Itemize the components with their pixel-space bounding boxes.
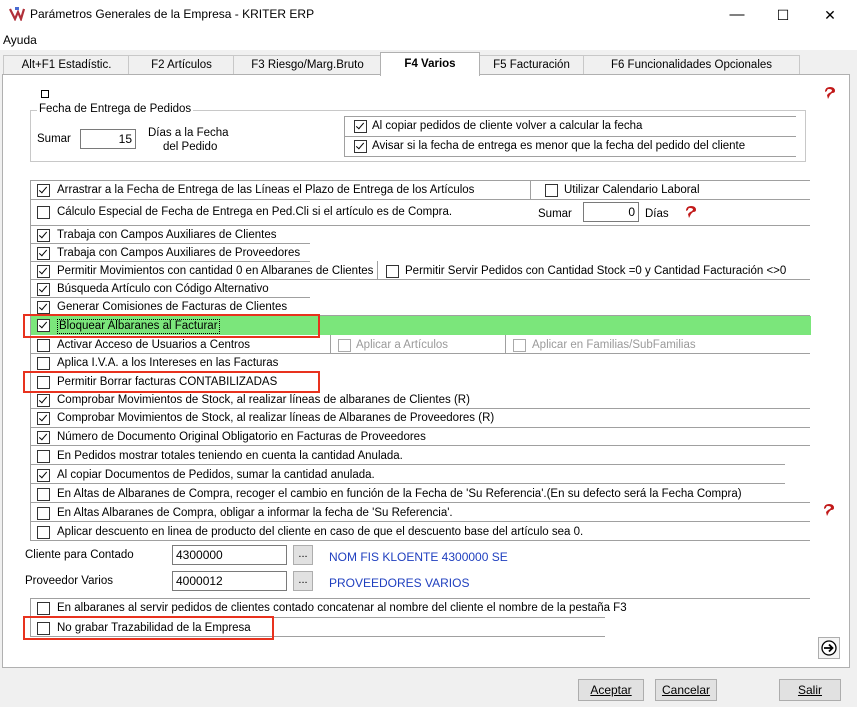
close-button[interactable]: ✕ [807,0,853,30]
calendario-laboral-label: Utilizar Calendario Laboral [564,184,700,196]
tab-articulos[interactable]: F2 Artículos [128,55,235,75]
calculo-especial-label: Cálculo Especial de Fecha de Entrega en … [57,206,453,218]
salir-label: Salir [797,683,822,697]
calendario-laboral-checkbox[interactable] [545,184,558,197]
copiar-documentos-checkbox[interactable] [37,469,50,482]
proveedor-varios-label: Proveedor Varios [25,575,113,587]
fecha-entrega-title: Fecha de Entrega de Pedidos [37,103,194,115]
copiar-pedidos-checkbox[interactable] [354,120,367,133]
comprobar-proveedores-label: Comprobar Movimientos de Stock, al reali… [57,412,495,424]
activar-acceso-label: Activar Acceso de Usuarios a Centros [57,339,251,351]
avisar-fecha-label: Avisar si la fecha de entrega es menor q… [372,140,746,152]
app-icon [9,7,25,21]
tab-riesgo[interactable]: F3 Riesgo/Marg.Bruto [233,55,382,75]
dias-label-2: Días [645,208,669,220]
divider [344,156,796,157]
cliente-contado-input[interactable]: 4300000 [172,545,287,565]
dias-fecha-label: Días a la Fecha [148,127,229,139]
aplica-iva-label: Aplica I.V.A. a los Intereses en las Fac… [57,357,279,369]
salir-button[interactable]: Salir [779,679,841,701]
mov-cantidad-cero-label: Permitir Movimientos con cantidad 0 en A… [57,265,374,277]
cliente-contado-label: Cliente para Contado [25,549,134,561]
avisar-fecha-checkbox[interactable] [354,140,367,153]
pedidos-totales-checkbox[interactable] [37,450,50,463]
aplicar-descuento-checkbox[interactable] [37,526,50,539]
mov-cantidad-cero-checkbox[interactable] [37,265,50,278]
maximize-button[interactable]: ☐ [760,0,806,30]
help-icon-albaranes[interactable] [822,503,836,517]
cancelar-button[interactable]: Cancelar [655,679,717,701]
divider [344,116,796,117]
campos-clientes-label: Trabaja con Campos Auxiliares de Cliente… [57,229,277,241]
servir-pedidos-label: Permitir Servir Pedidos con Cantidad Sto… [405,265,787,277]
proveedor-varios-input[interactable]: 4000012 [172,571,287,591]
generar-comisiones-label: Generar Comisiones de Facturas de Client… [57,301,288,313]
minimize-button[interactable]: — [714,0,760,30]
cancelar-label: Cancelar [661,683,711,697]
menu-item-ayuda[interactable]: Ayuda [3,33,37,47]
del-pedido-label: del Pedido [163,141,218,153]
aplicar-articulos-label: Aplicar a Artículos [356,339,449,351]
window-title: Parámetros Generales de la Empresa - KRI… [30,7,315,21]
arrastrar-checkbox[interactable] [37,184,50,197]
concatenar-nombre-checkbox[interactable] [37,602,50,615]
comprobar-clientes-checkbox[interactable] [37,394,50,407]
aplica-iva-checkbox[interactable] [37,357,50,370]
tab-estadisticas[interactable]: Alt+F1 Estadístic. [3,55,130,75]
aplicar-familias-checkbox[interactable] [513,339,526,352]
generar-comisiones-checkbox[interactable] [37,301,50,314]
small-square-icon [41,90,49,98]
annotation-box [23,314,320,338]
aplicar-articulos-checkbox[interactable] [338,339,351,352]
annotation-box [23,616,274,640]
tab-funcionalidades[interactable]: F6 Funcionalidades Opcionales [583,55,800,75]
cliente-nombre: NOM FIS KLOENTE 4300000 SE [329,550,508,564]
busqueda-alternativo-label: Búsqueda Artículo con Código Alternativo [57,283,269,295]
altas-cambio-checkbox[interactable] [37,488,50,501]
copiar-documentos-label: Al copiar Documentos de Pedidos, sumar l… [57,469,375,481]
servir-pedidos-checkbox[interactable] [386,265,399,278]
numero-documento-label: Número de Documento Original Obligatorio… [57,431,426,443]
aplicar-descuento-label: Aplicar descuento en linea de producto d… [57,526,584,538]
calculo-especial-checkbox[interactable] [37,206,50,219]
pedidos-totales-label: En Pedidos mostrar totales teniendo en c… [57,450,403,462]
campos-clientes-checkbox[interactable] [37,229,50,242]
aceptar-label: Aceptar [590,683,632,697]
altas-obligar-checkbox[interactable] [37,507,50,520]
proveedor-nombre: PROVEEDORES VARIOS [329,576,470,590]
help-icon[interactable] [823,86,837,100]
menu-bar [0,30,857,50]
numero-documento-checkbox[interactable] [37,431,50,444]
help-icon-dias[interactable] [684,205,698,219]
copiar-pedidos-label: Al copiar pedidos de cliente volver a ca… [372,120,643,132]
aceptar-button[interactable]: Aceptar [578,679,644,701]
comprobar-proveedores-checkbox[interactable] [37,412,50,425]
aplicar-familias-label: Aplicar en Familias/SubFamilias [532,339,696,351]
next-arrow-button[interactable] [818,637,840,659]
sumar-label-2: Sumar [538,208,572,220]
sumar-dias-input[interactable]: 15 [80,129,136,149]
sumar-dias-compra-input[interactable]: 0 [583,202,639,222]
campos-proveedores-checkbox[interactable] [37,247,50,260]
comprobar-clientes-label: Comprobar Movimientos de Stock, al reali… [57,394,470,406]
proveedor-lookup-button[interactable]: ... [293,571,313,591]
activar-acceso-checkbox[interactable] [37,339,50,352]
tab-varios[interactable]: F4 Varios [380,52,480,76]
arrastrar-label: Arrastrar a la Fecha de Entrega de las L… [57,184,475,196]
tab-facturacion[interactable]: F5 Facturación [478,55,585,75]
campos-proveedores-label: Trabaja con Campos Auxiliares de Proveed… [57,247,301,259]
busqueda-alternativo-checkbox[interactable] [37,283,50,296]
divider [344,136,796,137]
annotation-box [23,371,320,393]
sumar-label: Sumar [37,133,71,145]
altas-obligar-label: En Altas Albaranes de Compra, obligar a … [57,507,453,519]
cliente-lookup-button[interactable]: ... [293,545,313,565]
altas-cambio-label: En Altas de Albaranes de Compra, recoger… [57,488,742,500]
concatenar-nombre-label: En albaranes al servir pedidos de client… [57,602,627,614]
arrow-right-icon [821,640,837,656]
